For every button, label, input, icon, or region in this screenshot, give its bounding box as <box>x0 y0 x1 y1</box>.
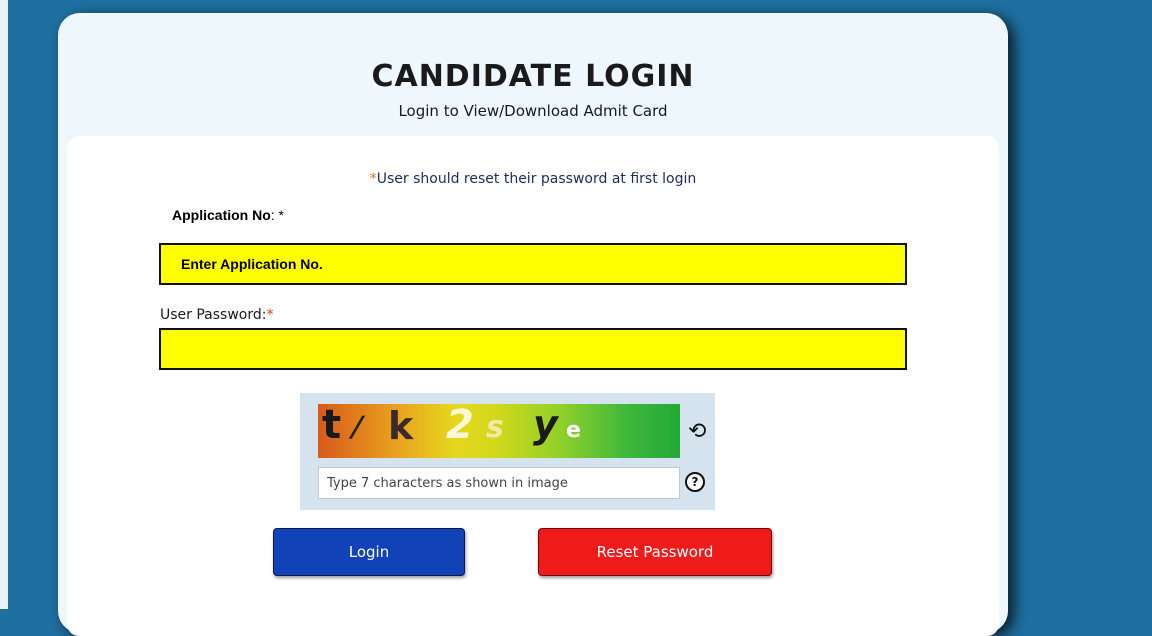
user-password-label: User Password:* <box>160 307 273 323</box>
help-icon[interactable]: ? <box>685 472 705 492</box>
user-password-input[interactable] <box>159 328 907 370</box>
page-title: CANDIDATE LOGIN <box>371 59 695 94</box>
captcha-char-3: k <box>388 404 414 448</box>
password-reset-notice: *User should reset their password at fir… <box>67 171 999 187</box>
captcha-input[interactable] <box>318 467 680 499</box>
login-card: CANDIDATE LOGIN Login to View/Download A… <box>58 13 1008 636</box>
application-no-required-mark: : * <box>270 207 285 223</box>
refresh-icon[interactable]: ⟲ <box>688 421 706 443</box>
password-required-mark: * <box>266 307 274 323</box>
reset-password-button[interactable]: Reset Password <box>538 528 772 576</box>
login-button[interactable]: Login <box>273 528 465 576</box>
captcha-char-1: t <box>322 404 342 448</box>
page-subtitle: Login to View/Download Admit Card <box>398 102 668 120</box>
login-form-panel: *User should reset their password at fir… <box>67 136 999 636</box>
application-no-input[interactable] <box>159 243 907 285</box>
user-password-label-text: User Password: <box>160 307 267 323</box>
notice-star: * <box>369 171 377 187</box>
captcha-image: t / k 2 s y e <box>318 404 680 458</box>
captcha-char-2: / <box>347 410 367 443</box>
application-no-label-text: Application No <box>172 207 271 223</box>
application-no-label: Application No: * <box>172 207 284 223</box>
captcha-char-5: s <box>486 410 504 445</box>
captcha-char-6: y <box>533 404 558 446</box>
captcha-box: t / k 2 s y e ⟲ ? <box>300 393 715 510</box>
captcha-char-4: 2 <box>446 404 474 448</box>
notice-text: User should reset their password at firs… <box>376 171 697 187</box>
left-edge-strip <box>0 0 8 609</box>
captcha-char-7: e <box>566 418 581 443</box>
